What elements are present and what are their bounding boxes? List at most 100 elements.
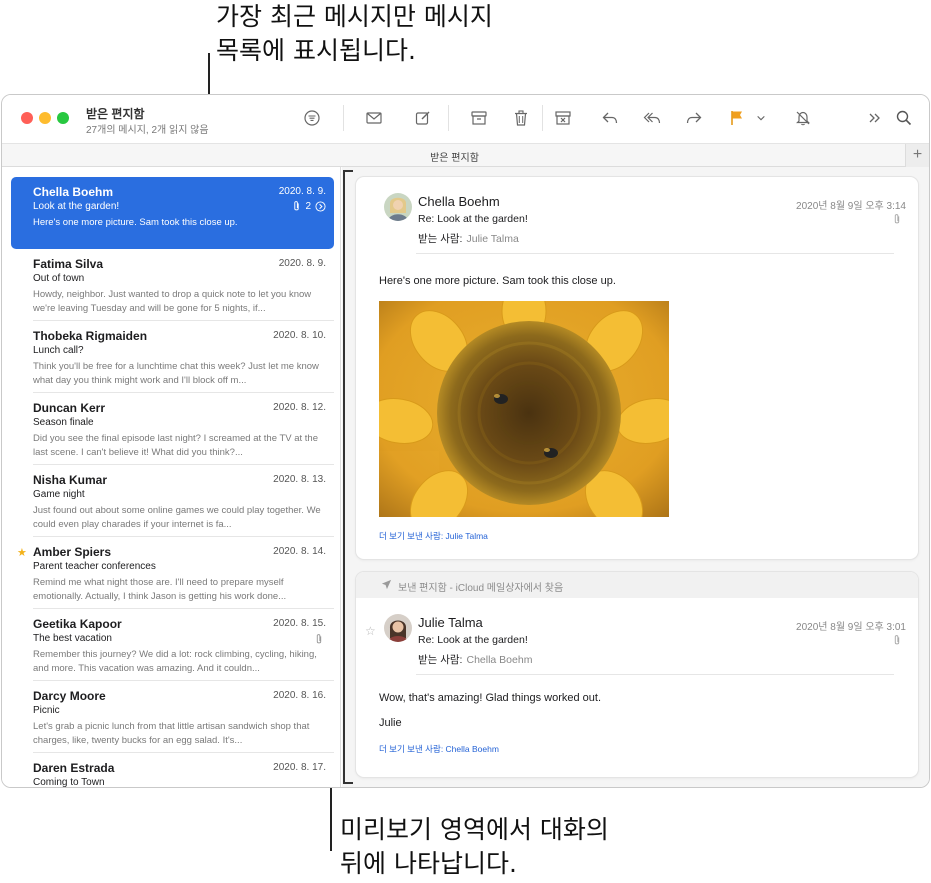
reply-icon[interactable] [598, 107, 622, 129]
header-divider [416, 674, 894, 675]
list-item[interactable]: ★ Amber Spiers 2020. 8. 14. Parent teach… [11, 537, 334, 609]
conversation-recipient: 받는 사람: Chella Boehm [418, 652, 532, 667]
conversation-bracket-top [343, 170, 353, 172]
list-item[interactable]: Daren Estrada 2020. 8. 17. Coming to Tow… [11, 753, 334, 788]
list-item[interactable]: Fatima Silva 2020. 8. 9. Out of town How… [11, 249, 334, 321]
message-preview: Here's one more picture. Sam took this c… [33, 217, 238, 228]
paperclip-icon [894, 214, 900, 224]
reply-all-icon[interactable] [640, 107, 664, 129]
conversation-date: 2020년 8월 9일 오후 3:14 [796, 201, 906, 212]
zoom-window-button[interactable] [57, 112, 69, 124]
message-subject: Season finale [33, 417, 94, 428]
to-name[interactable]: Julie Talma [466, 233, 518, 245]
toolbar-separator [542, 105, 543, 131]
message-date: 2020. 8. 15. [273, 618, 326, 629]
compose-icon[interactable] [411, 107, 435, 129]
message-date: 2020. 8. 13. [273, 474, 326, 485]
list-item[interactable]: Nisha Kumar 2020. 8. 13. Game night Just… [11, 465, 334, 537]
callout-top: 가장 최근 메시지만 메시지목록에 표시됩니다. [216, 0, 493, 68]
message-preview: Howdy, neighbor. Just wanted to drop a q… [33, 289, 312, 314]
paperclip-icon [316, 634, 322, 644]
message-sender: Amber Spiers [33, 545, 112, 559]
message-sender: Duncan Kerr [33, 401, 106, 415]
message-sender: Daren Estrada [33, 761, 115, 775]
message-subject: Picnic [33, 705, 60, 716]
conversation-message-1[interactable]: Chella Boehm 2020년 8월 9일 오후 3:14 Re: Loo… [356, 177, 918, 559]
star-icon: ★ [17, 547, 27, 559]
toolbar: 받은 편지함 27개의 메시지, 2개 읽지 않음 [2, 95, 929, 143]
message-date: 2020. 8. 14. [273, 546, 326, 557]
trash-icon[interactable] [509, 107, 533, 129]
mute-bell-icon[interactable] [791, 107, 815, 129]
conversation-message-2[interactable]: 보낸 편지함 - iCloud 메일상자에서 찾음 ☆ Julie Talma … [356, 572, 918, 777]
envelope-icon[interactable] [362, 107, 386, 129]
overflow-icon[interactable] [863, 107, 887, 129]
message-sender: Darcy Moore [33, 689, 106, 703]
tab-inbox[interactable]: 받은 편지함 [2, 149, 907, 164]
message-date: 2020. 8. 9. [278, 258, 326, 269]
sunflower-photo[interactable] [379, 301, 669, 517]
list-item[interactable]: Thobeka Rigmaiden 2020. 8. 10. Lunch cal… [11, 321, 334, 393]
thread-indicator[interactable]: 2 [292, 200, 326, 212]
message-sender: Geetika Kapoor [33, 617, 122, 631]
message-date: 2020. 8. 10. [273, 330, 326, 341]
message-subject: Look at the garden! [33, 201, 120, 212]
conversation-bracket-bottom [343, 782, 353, 784]
see-more-link[interactable]: 더 보기 보낸 사람: Julie Talma [379, 530, 488, 542]
window-subtitle: 27개의 메시지, 2개 읽지 않음 [86, 125, 209, 136]
to-label: 받는 사람: [418, 654, 463, 666]
junk-icon[interactable] [551, 107, 575, 129]
star-outline-icon[interactable]: ☆ [365, 624, 376, 638]
message-date: 2020. 8. 9. [278, 186, 326, 197]
toolbar-separator [448, 105, 449, 131]
paper-plane-icon [381, 579, 392, 590]
message-date: 2020. 8. 16. [273, 690, 326, 701]
avatar [384, 193, 412, 221]
message-preview: Remember this journey? We did a lot: roc… [33, 649, 317, 674]
message-sender: Chella Boehm [33, 185, 114, 199]
mailbox-banner-text: 보낸 편지함 - iCloud 메일상자에서 찾음 [398, 583, 564, 594]
message-preview: Did you see the final episode last night… [33, 433, 318, 458]
avatar [384, 614, 412, 642]
message-date: 2020. 8. 17. [273, 762, 326, 773]
callout-top-line2: 목록에 표시됩니다. [216, 36, 416, 65]
list-item[interactable]: Geetika Kapoor 2020. 8. 15. The best vac… [11, 609, 334, 681]
message-subject: Coming to Town [33, 777, 105, 788]
paperclip-icon [894, 635, 900, 645]
message-preview: Think you'll be free for a lunchtime cha… [33, 361, 319, 386]
toolbar-separator [343, 105, 344, 131]
list-item[interactable]: Darcy Moore 2020. 8. 16. Picnic Let's gr… [11, 681, 334, 753]
archive-icon[interactable] [467, 107, 491, 129]
filter-icon[interactable] [300, 107, 324, 129]
conversation-signature: Julie [379, 717, 402, 729]
message-list: Chella Boehm 2020. 8. 9. Look at the gar… [2, 167, 341, 788]
tab-bar: 받은 편지함 + [2, 143, 929, 167]
list-item[interactable]: Duncan Kerr 2020. 8. 12. Season finale D… [11, 393, 334, 465]
callout-bottom-line1: 미리보기 영역에서 대화의 [340, 815, 609, 844]
see-more-link[interactable]: 더 보기 보낸 사람: Chella Boehm [379, 743, 499, 755]
conversation-subject: Re: Look at the garden! [418, 634, 528, 646]
flag-icon[interactable] [725, 107, 749, 129]
message-subject: Out of town [33, 273, 85, 284]
preview-pane: Chella Boehm 2020년 8월 9일 오후 3:14 Re: Loo… [342, 167, 929, 787]
message-subject: Parent teacher conferences [33, 561, 156, 572]
callout-bottom-line2: 뒤에 나타납니다. [340, 849, 517, 878]
message-sender: Nisha Kumar [33, 473, 108, 487]
chevron-right-circle-icon [315, 200, 326, 212]
callout-top-line1: 가장 최근 메시지만 메시지 [216, 2, 493, 31]
list-item[interactable]: Chella Boehm 2020. 8. 9. Look at the gar… [11, 177, 334, 249]
search-icon[interactable] [892, 107, 916, 129]
close-window-button[interactable] [21, 112, 33, 124]
conversation-bracket [343, 170, 345, 784]
conversation-sender: Julie Talma [418, 615, 483, 630]
forward-icon[interactable] [682, 107, 706, 129]
conversation-date: 2020년 8월 9일 오후 3:01 [796, 622, 906, 633]
minimize-window-button[interactable] [39, 112, 51, 124]
window-title: 받은 편지함 [86, 107, 145, 121]
message-preview: Let's grab a picnic lunch from that litt… [33, 721, 310, 746]
chevron-down-icon[interactable] [754, 107, 768, 129]
to-name[interactable]: Chella Boehm [466, 654, 532, 666]
new-tab-button[interactable]: + [905, 144, 929, 167]
message-preview: Remind me what night those are. I'll nee… [33, 577, 287, 602]
thread-count: 2 [305, 200, 311, 212]
